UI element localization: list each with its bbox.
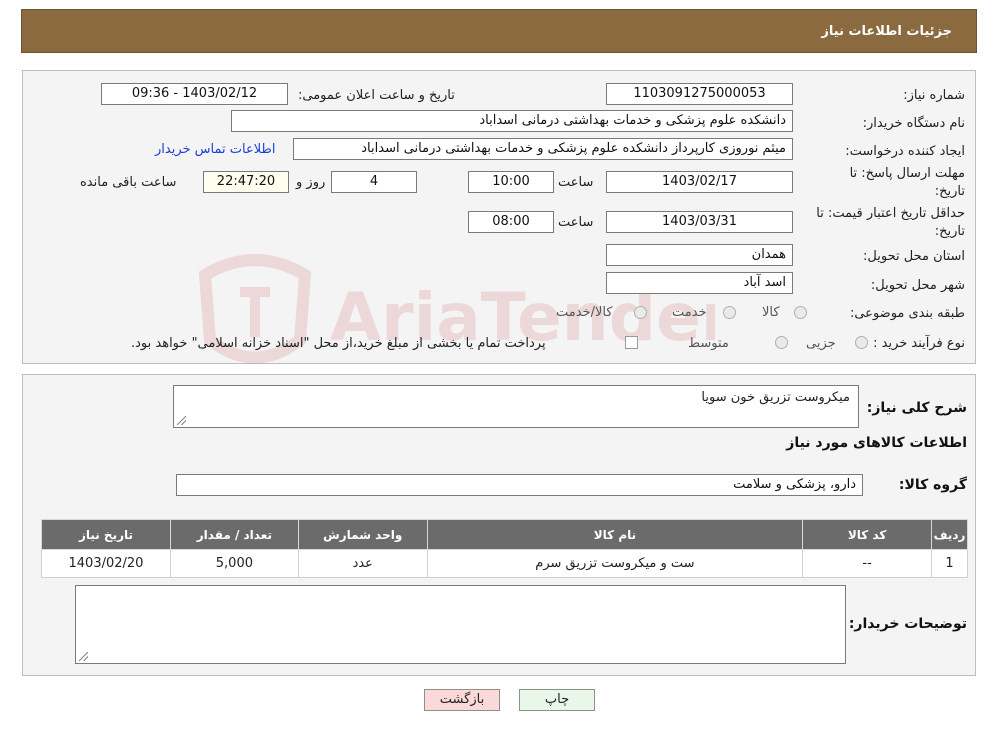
- reply-deadline-label: مهلت ارسال پاسخ: تا: [849, 166, 965, 181]
- reply-deadline-time: 10:00: [468, 171, 554, 193]
- col-item-code: کد کالا: [802, 519, 933, 550]
- remaining-time-label: ساعت باقی مانده: [80, 175, 177, 190]
- cell-row-number: 1: [931, 549, 968, 578]
- col-need-date: تاریخ نیاز: [41, 519, 171, 550]
- purchase-process-label: نوع فرآیند خرید :: [873, 336, 965, 351]
- cell-unit: عدد: [297, 549, 428, 578]
- goods-group-field: دارو، پزشکی و سلامت: [176, 474, 863, 496]
- col-quantity: تعداد / مقدار: [169, 519, 299, 550]
- delivery-province-field: همدان: [606, 244, 793, 266]
- delivery-city-label: شهر محل تحویل:: [870, 278, 965, 293]
- cell-item-name: ست و میکروست تزریق سرم: [426, 549, 804, 578]
- process-minor-label: جزیی: [806, 336, 836, 351]
- col-item-name: نام کالا: [426, 519, 804, 550]
- treasury-docs-note: پرداخت تمام یا بخشی از مبلغ خرید،از محل …: [131, 336, 546, 351]
- col-unit: واحد شمارش: [297, 519, 428, 550]
- reply-deadline-date: 1403/02/17: [606, 171, 793, 193]
- resize-grip-icon[interactable]: [79, 652, 88, 661]
- category-service-radio[interactable]: [723, 306, 736, 319]
- buyer-contact-link[interactable]: اطلاعات تماس خریدار: [155, 142, 275, 157]
- buyer-notes-textarea[interactable]: [75, 585, 846, 664]
- summary-textarea[interactable]: میکروست تزریق خون سویا: [173, 385, 859, 428]
- cell-item-code: --: [802, 549, 933, 578]
- col-row-number: ردیف: [931, 519, 968, 550]
- requester-label: ایجاد کننده درخواست:: [845, 144, 965, 159]
- summary-text: میکروست تزریق خون سویا: [701, 390, 850, 405]
- cell-quantity: 5,000: [169, 549, 299, 578]
- category-service-label: خدمت: [672, 305, 707, 320]
- page-header: جزئیات اطلاعات نیاز: [21, 9, 977, 53]
- price-validity-label-date: تاریخ:: [934, 224, 965, 239]
- resize-grip-icon[interactable]: [177, 416, 186, 425]
- items-table-header-row: ردیف کد کالا نام کالا واحد شمارش تعداد /…: [41, 519, 968, 550]
- delivery-province-label: استان محل تحویل:: [863, 249, 965, 264]
- goods-info-title: اطلاعات کالاهای مورد نیاز: [786, 435, 967, 451]
- announce-datetime-label: تاریخ و ساعت اعلان عمومی:: [298, 88, 455, 103]
- category-goods-radio[interactable]: [794, 306, 807, 319]
- process-medium-label: متوسط: [688, 336, 729, 351]
- reply-deadline-time-label: ساعت: [558, 175, 594, 190]
- category-goods-service-label: کالا/خدمت: [556, 305, 613, 320]
- process-minor-radio[interactable]: [855, 336, 868, 349]
- requester-field: میثم نوروزی کارپرداز دانشکده علوم پزشکی …: [293, 138, 793, 160]
- category-goods-service-radio[interactable]: [634, 306, 647, 319]
- category-label: طبقه بندی موضوعی:: [849, 306, 965, 321]
- treasury-docs-checkbox[interactable]: [625, 336, 638, 349]
- price-validity-label: حداقل تاریخ اعتبار قیمت: تا: [816, 206, 965, 221]
- price-validity-time: 08:00: [468, 211, 554, 233]
- days-label: روز و: [296, 175, 326, 190]
- back-button[interactable]: بازگشت: [424, 689, 500, 711]
- table-row: 1 -- ست و میکروست تزریق سرم عدد 5,000 14…: [41, 549, 968, 578]
- goods-group-label: گروه کالا:: [898, 477, 967, 493]
- remaining-days: 4: [331, 171, 417, 193]
- summary-label: شرح کلی نیاز:: [866, 400, 967, 416]
- price-validity-time-label: ساعت: [558, 215, 594, 230]
- buyer-org-field: دانشکده علوم پزشکی و خدمات بهداشتی درمان…: [231, 110, 793, 132]
- need-number-field: 1103091275000053: [606, 83, 793, 105]
- delivery-city-field: اسد آباد: [606, 272, 793, 294]
- buyer-notes-label: توضیحات خریدار:: [848, 616, 967, 632]
- announce-datetime-field: 1403/02/12 - 09:36: [101, 83, 288, 105]
- cell-need-date: 1403/02/20: [41, 549, 171, 578]
- price-validity-date: 1403/03/31: [606, 211, 793, 233]
- items-table: ردیف کد کالا نام کالا واحد شمارش تعداد /…: [41, 519, 968, 578]
- buyer-org-label: نام دستگاه خریدار:: [862, 116, 965, 131]
- print-button[interactable]: چاپ: [519, 689, 595, 711]
- page-title: جزئیات اطلاعات نیاز: [821, 23, 952, 39]
- need-number-label: شماره نیاز:: [903, 88, 965, 103]
- remaining-time: 22:47:20: [203, 171, 289, 193]
- process-medium-radio[interactable]: [775, 336, 788, 349]
- reply-deadline-label-date: تاریخ:: [934, 184, 965, 199]
- category-goods-label: کالا: [762, 305, 780, 320]
